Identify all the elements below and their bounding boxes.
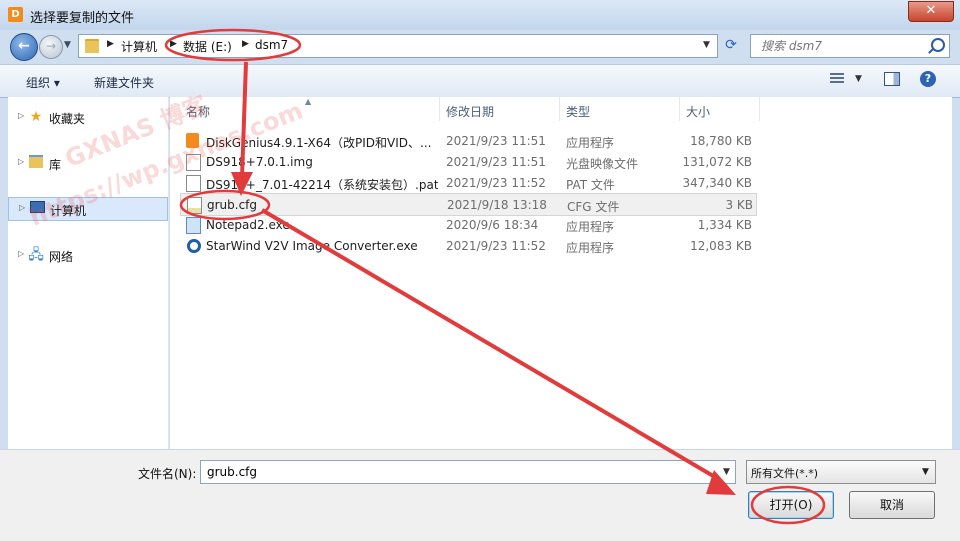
sidebar-item-label: 收藏夹: [49, 112, 86, 126]
file-modified: 2021/9/18 13:18: [447, 198, 547, 212]
new-folder-button[interactable]: 新建文件夹: [94, 74, 154, 91]
file-list: 名称 ▲ 修改日期 类型 大小 DiskGenius4.9.1-X64（改PID…: [170, 97, 952, 449]
file-type: 应用程序: [566, 136, 615, 150]
cfg-file-icon: [187, 197, 202, 214]
file-name: grub.cfg: [207, 198, 258, 212]
window-title: 选择要复制的文件: [30, 11, 135, 26]
library-icon: [28, 155, 44, 171]
file-type: PAT 文件: [566, 178, 615, 192]
expand-arrow-icon[interactable]: ▷: [18, 111, 24, 120]
file-modified: 2021/9/23 11:52: [446, 176, 546, 190]
forward-button[interactable]: →: [39, 35, 63, 59]
file-modified: 2020/9/6 18:34: [446, 218, 539, 232]
preview-pane-icon[interactable]: [884, 72, 900, 86]
breadcrumb-separator-icon[interactable]: ▶: [170, 39, 177, 49]
file-row-selected[interactable]: grub.cfg 2021/9/18 13:18 CFG 文件 3 KB: [180, 193, 757, 216]
filetype-dropdown-icon[interactable]: ▼: [922, 467, 929, 477]
file-row[interactable]: DS918+7.0.1.img 2021/9/23 11:51 光盘映像文件 1…: [180, 151, 755, 172]
column-divider[interactable]: [759, 97, 760, 121]
close-button[interactable]: ✕: [908, 1, 954, 22]
search-input[interactable]: [759, 38, 923, 54]
breadcrumb-dsm7[interactable]: dsm7: [255, 38, 288, 52]
column-header-size[interactable]: 大小: [678, 97, 758, 121]
back-button[interactable]: ←: [10, 33, 38, 61]
breadcrumb-separator-icon[interactable]: ▶: [107, 39, 114, 49]
column-header-modified[interactable]: 修改日期: [438, 97, 558, 121]
network-icon: 🖧: [28, 247, 44, 263]
search-box[interactable]: [750, 34, 950, 58]
expand-arrow-icon[interactable]: ▷: [18, 157, 24, 166]
starwind-icon: [187, 239, 201, 253]
breadcrumb-drive-e[interactable]: 数据 (E:): [183, 38, 232, 55]
address-bar[interactable]: ▶ 计算机 ▶ 数据 (E:) ▶ dsm7 ▼: [78, 34, 718, 58]
filename-combobox[interactable]: ▼: [200, 460, 736, 484]
address-dropdown-icon[interactable]: ▼: [703, 40, 710, 50]
file-type: 应用程序: [566, 220, 615, 234]
column-header-label: 大小: [686, 105, 711, 119]
title-bar: D 选择要复制的文件 ✕: [0, 0, 960, 30]
file-name: DS918+_7.01-42214（系统安装包）.pat: [206, 178, 438, 192]
column-header-label: 类型: [566, 105, 591, 119]
file-name: StarWind V2V Image Converter.exe: [206, 239, 418, 253]
refresh-icon[interactable]: ⟳: [720, 34, 742, 56]
filename-dropdown-icon[interactable]: ▼: [723, 467, 730, 477]
sort-ascending-icon: ▲: [305, 97, 312, 106]
sidebar-item-label: 库: [49, 158, 62, 172]
help-icon[interactable]: ?: [920, 71, 936, 87]
sidebar-item-label: 网络: [49, 250, 74, 264]
history-dropdown-icon[interactable]: ▼: [64, 40, 74, 50]
file-type: 光盘映像文件: [566, 157, 639, 171]
notepad-icon: [186, 217, 201, 234]
app-icon: D: [8, 7, 23, 22]
open-button[interactable]: 打开(O): [748, 491, 834, 519]
file-size: 3 KB: [725, 198, 753, 212]
sidebar-item-network[interactable]: ▷ 🖧 网络: [8, 244, 166, 266]
file-size: 18,780 KB: [690, 134, 752, 148]
file-size: 1,334 KB: [697, 218, 752, 232]
file-type: 应用程序: [566, 241, 615, 255]
breadcrumb-computer[interactable]: 计算机: [121, 38, 157, 55]
file-modified: 2021/9/23 11:51: [446, 155, 546, 169]
cancel-button[interactable]: 取消: [849, 491, 935, 519]
file-size: 131,072 KB: [682, 155, 752, 169]
file-name: DS918+7.0.1.img: [206, 155, 313, 169]
filetype-select[interactable]: 所有文件(*.*) ▼: [746, 460, 936, 484]
file-open-dialog: D 选择要复制的文件 ✕ ← → ▼ ▶ 计算机 ▶ 数据 (E:) ▶ dsm…: [0, 0, 960, 541]
star-icon: ★: [29, 109, 43, 125]
file-row[interactable]: Notepad2.exe 2020/9/6 18:34 应用程序 1,334 K…: [180, 214, 755, 235]
view-dropdown-icon[interactable]: ▼: [855, 74, 862, 84]
column-header-type[interactable]: 类型: [558, 97, 678, 121]
file-row[interactable]: DS918+_7.01-42214（系统安装包）.pat 2021/9/23 1…: [180, 172, 755, 193]
file-name: Notepad2.exe: [206, 218, 290, 232]
organize-menu[interactable]: 组织 ▾: [26, 74, 60, 91]
expand-arrow-icon[interactable]: ▷: [18, 249, 24, 258]
file-type: CFG 文件: [567, 200, 620, 214]
folder-icon: [85, 39, 99, 53]
column-header-label: 修改日期: [446, 105, 495, 119]
file-modified: 2021/9/23 11:52: [446, 239, 546, 253]
filename-input[interactable]: [205, 464, 709, 480]
filetype-value: 所有文件(*.*): [751, 467, 819, 480]
file-row[interactable]: StarWind V2V Image Converter.exe 2021/9/…: [180, 235, 755, 256]
file-size: 347,340 KB: [682, 176, 752, 190]
command-bar: 组织 ▾ 新建文件夹: [0, 64, 960, 98]
file-icon: [186, 175, 201, 192]
filename-label: 文件名(N):: [138, 467, 197, 481]
file-size: 12,083 KB: [690, 239, 752, 253]
expand-arrow-icon[interactable]: ▷: [19, 203, 25, 212]
view-options-icon[interactable]: [830, 73, 844, 85]
search-icon[interactable]: [931, 38, 945, 52]
file-modified: 2021/9/23 11:51: [446, 134, 546, 148]
breadcrumb-separator-icon[interactable]: ▶: [242, 39, 249, 49]
